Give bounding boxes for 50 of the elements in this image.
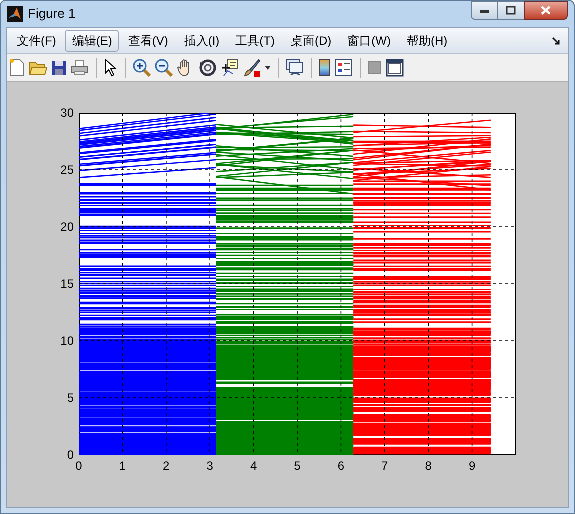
dropdown-caret-icon[interactable]	[265, 66, 271, 70]
pointer-icon[interactable]	[104, 58, 118, 76]
x-tick-label: 1	[119, 460, 126, 472]
menu-item[interactable]: 编辑(E)	[65, 30, 120, 52]
dock-arrow-icon[interactable]	[552, 37, 560, 45]
zoom-out-icon[interactable]	[155, 58, 173, 76]
menu-item[interactable]: 帮助(H)	[400, 30, 455, 52]
save-icon[interactable]	[51, 60, 67, 76]
folder-icon[interactable]	[29, 60, 47, 76]
menu-item[interactable]: 查看(V)	[121, 30, 176, 52]
restore-icon	[506, 6, 516, 15]
x-tick-label: 2	[163, 460, 170, 472]
close-icon	[541, 6, 551, 15]
y-tick-label: 10	[60, 335, 74, 347]
x-tick-label: 5	[294, 460, 301, 472]
y-tick-label: 15	[60, 278, 74, 290]
close-button[interactable]	[524, 1, 568, 20]
new-file-icon[interactable]	[9, 58, 25, 76]
colorbar-icon[interactable]	[319, 58, 331, 76]
x-tick-label: 6	[338, 460, 345, 472]
app-logo-icon	[7, 6, 23, 22]
x-tick-label: 9	[468, 460, 476, 472]
brush-icon[interactable]	[243, 58, 261, 76]
y-tick-label: 0	[67, 449, 74, 461]
minimize-icon	[480, 8, 489, 12]
maximize-button[interactable]	[498, 1, 524, 20]
menu-item[interactable]: 桌面(D)	[284, 30, 339, 52]
printer-icon[interactable]	[71, 60, 89, 76]
menu-item[interactable]: 窗口(W)	[340, 30, 398, 52]
window-title: Figure 1	[28, 5, 76, 24]
rotate-icon[interactable]	[199, 58, 217, 76]
x-tick-label: 3	[206, 460, 214, 472]
data-cursor-icon[interactable]	[221, 58, 239, 76]
x-tick-label: 0	[76, 460, 82, 472]
y-tick-label: 5	[67, 392, 74, 404]
menu-item[interactable]: 插入(I)	[177, 30, 227, 52]
zoom-in-icon[interactable]	[133, 58, 151, 76]
y-tick-label: 25	[60, 164, 74, 176]
x-tick-label: 4	[250, 460, 258, 472]
minimize-button[interactable]	[471, 1, 498, 20]
x-tick-label: 8	[425, 460, 432, 472]
linked-plot-icon[interactable]	[286, 58, 304, 76]
x-tick-label: 7	[382, 460, 388, 472]
legend-icon[interactable]	[335, 58, 353, 76]
y-tick-label: 20	[60, 221, 74, 233]
square-icon[interactable]	[368, 60, 382, 74]
y-tick-label: 30	[60, 107, 74, 119]
window-icon[interactable]	[386, 58, 404, 76]
menu-item[interactable]: 文件(F)	[10, 30, 64, 52]
menu-item[interactable]: 工具(T)	[228, 30, 282, 52]
